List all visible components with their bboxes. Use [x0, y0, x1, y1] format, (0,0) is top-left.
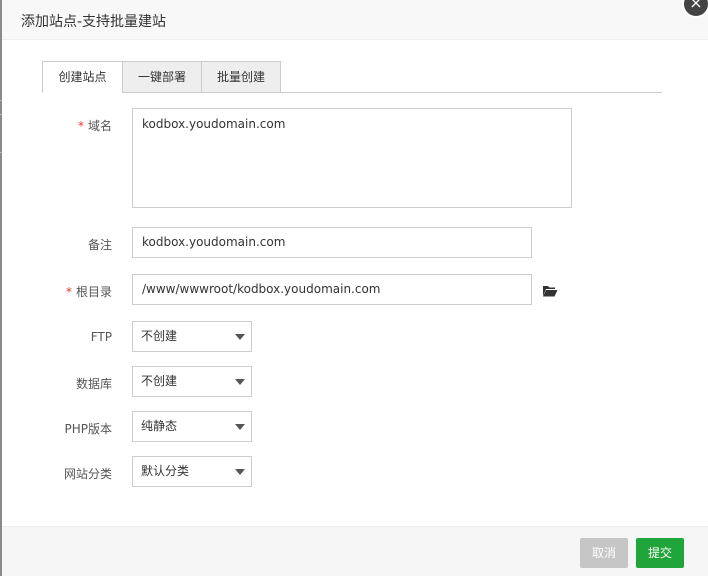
- chevron-down-icon: [235, 469, 245, 475]
- add-site-dialog: 添加站点-支持批量建站 创建站点 一键部署 批量创建 * 域名 kodbox.yo…: [2, 0, 708, 576]
- root-dir-input[interactable]: /www/wwwroot/kodbox.youdomain.com: [132, 274, 532, 305]
- database-selected-value: 不创建: [141, 374, 178, 388]
- chevron-down-icon: [235, 379, 245, 385]
- dialog-title: 添加站点-支持批量建站: [21, 14, 167, 30]
- tab-batch-create[interactable]: 批量创建: [201, 61, 281, 93]
- domain-label: * 域名: [77, 119, 112, 133]
- database-label: 数据库: [75, 377, 112, 391]
- remark-label: 备注: [87, 238, 112, 252]
- php-version-selected-value: 纯静态: [141, 419, 178, 433]
- chevron-down-icon: [235, 334, 245, 340]
- php-version-label: PHP版本: [64, 422, 113, 436]
- php-version-select[interactable]: 纯静态: [132, 411, 252, 442]
- site-category-label: 网站分类: [63, 467, 112, 481]
- folder-open-icon[interactable]: [542, 284, 558, 298]
- dialog-title-bar: 添加站点-支持批量建站: [2, 0, 708, 40]
- dialog-footer: 取消 提交: [2, 526, 708, 576]
- cancel-button[interactable]: 取消: [580, 538, 628, 568]
- chevron-down-icon: [235, 424, 245, 430]
- domain-textarea[interactable]: kodbox.youdomain.com: [132, 108, 572, 208]
- submit-button[interactable]: 提交: [636, 538, 684, 568]
- required-marker: *: [77, 119, 84, 133]
- ftp-select[interactable]: 不创建: [132, 321, 252, 352]
- ftp-selected-value: 不创建: [141, 329, 178, 343]
- tab-create-site[interactable]: 创建站点: [42, 61, 123, 93]
- tab-bar: 创建站点 一键部署 批量创建: [42, 61, 662, 93]
- database-select[interactable]: 不创建: [132, 366, 252, 397]
- tab-one-click-deploy[interactable]: 一键部署: [122, 61, 202, 93]
- root-dir-label: * 根目录: [65, 285, 112, 299]
- site-category-select[interactable]: 默认分类: [132, 456, 252, 487]
- remark-input[interactable]: kodbox.youdomain.com: [132, 227, 532, 258]
- ftp-label: FTP: [90, 330, 112, 344]
- required-marker: *: [65, 285, 72, 299]
- site-category-selected-value: 默认分类: [141, 464, 190, 478]
